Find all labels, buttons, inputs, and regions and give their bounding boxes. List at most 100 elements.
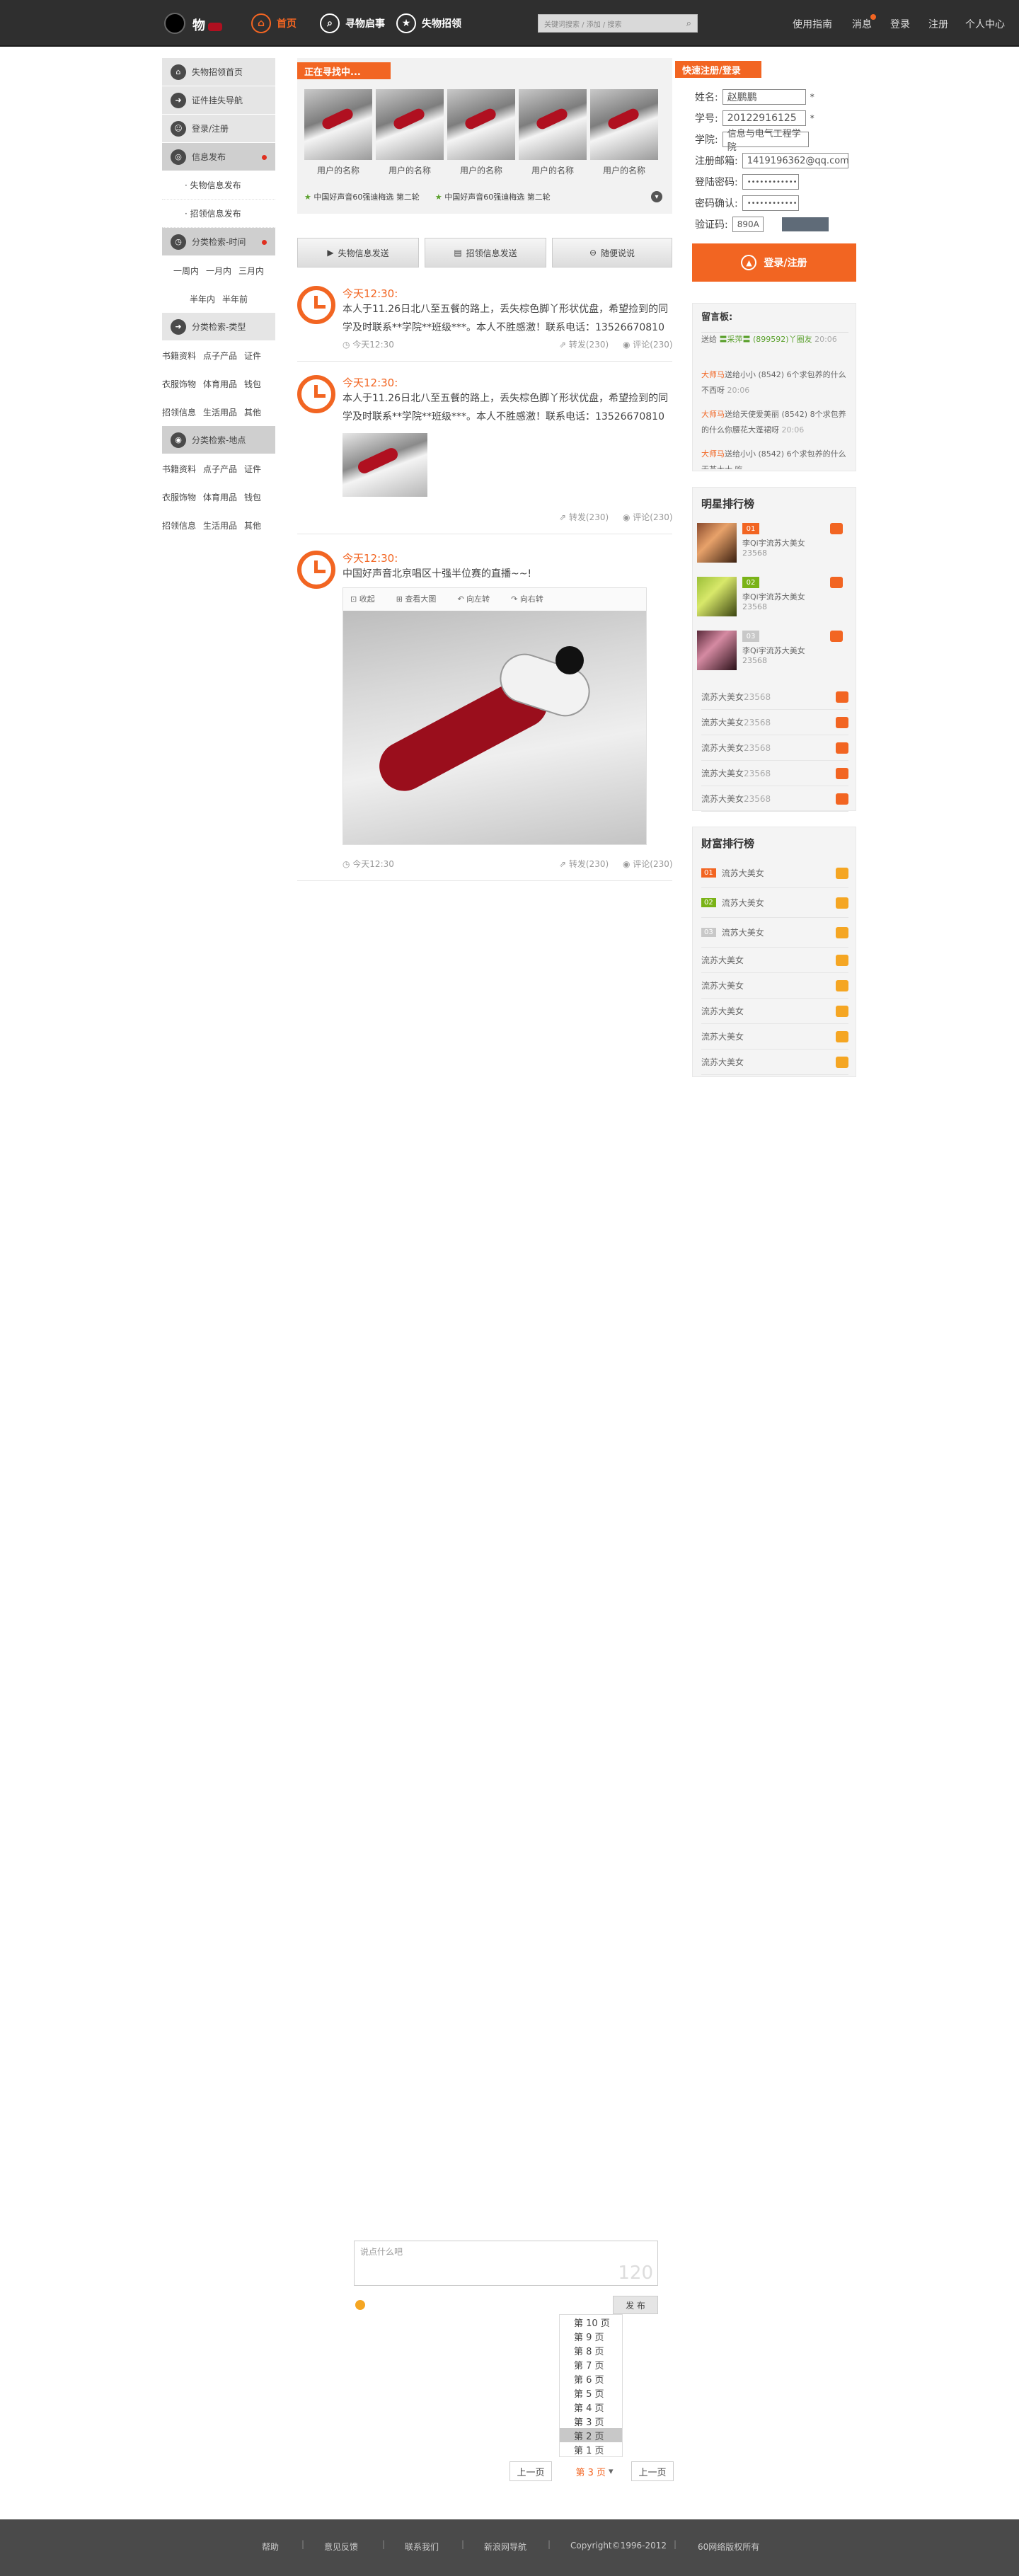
filter-tag[interactable]: 其他: [244, 406, 261, 418]
thumb-caption[interactable]: 用户的名称: [376, 164, 444, 176]
thumb-image[interactable]: [590, 89, 658, 160]
star-rank-row[interactable]: 02 李Qi宇流苏大美女 23568: [697, 577, 853, 628]
filter-tag[interactable]: 证件: [244, 463, 261, 475]
emoji-icon[interactable]: [355, 2300, 365, 2310]
link-login[interactable]: 登录: [890, 17, 910, 31]
rank-row[interactable]: 流苏大美女: [701, 1024, 848, 1050]
page-option[interactable]: 第 8 页: [560, 2343, 622, 2357]
link-register[interactable]: 注册: [928, 17, 948, 31]
sidebar-item-login[interactable]: ☺ 登录/注册: [162, 115, 275, 143]
forward-link[interactable]: ⇗ 转发(230): [559, 511, 609, 523]
filter-older[interactable]: 半年前: [222, 293, 248, 305]
page-option[interactable]: 第 5 页: [560, 2386, 622, 2400]
rank-row[interactable]: 流苏大美女: [701, 973, 848, 999]
nav-home[interactable]: ⌂ 首页: [251, 13, 297, 34]
page-option[interactable]: 第 10 页: [560, 2315, 622, 2329]
thumb-caption[interactable]: 用户的名称: [304, 164, 372, 176]
footer-help[interactable]: 帮助: [262, 2541, 279, 2553]
sidebar-sub-found[interactable]: · 招领信息发布: [162, 200, 275, 228]
rank-row[interactable]: 流苏大美女 23568: [701, 761, 848, 786]
filter-3month[interactable]: 三月内: [238, 265, 264, 277]
password-field[interactable]: ••••••••••••: [742, 174, 799, 190]
page-select[interactable]: 第 3 页 ▾: [566, 2461, 623, 2481]
send-button[interactable]: 发 布: [613, 2296, 658, 2314]
news-item[interactable]: ★ 中国好声音60强迪梅选 第二轮: [435, 191, 551, 202]
site-logo[interactable]: 物: [164, 8, 229, 40]
college-select[interactable]: 信息与电气工程学院: [722, 129, 809, 153]
page-option[interactable]: 第 4 页: [560, 2400, 622, 2414]
thumb-caption[interactable]: 用户的名称: [447, 164, 515, 176]
filter-tag[interactable]: 招领信息: [162, 519, 196, 531]
search-icon[interactable]: ⌕: [686, 18, 691, 29]
say-something-button[interactable]: ⊖ 随便说说: [552, 238, 672, 268]
thumb-image[interactable]: [447, 89, 515, 160]
page-option[interactable]: 第 9 页: [560, 2329, 622, 2343]
filter-tag[interactable]: 证件: [244, 350, 261, 362]
login-register-button[interactable]: ▲ 登录/注册: [692, 243, 856, 282]
filter-tag[interactable]: 书籍资料: [162, 463, 196, 475]
forward-link[interactable]: ⇗ 转发(230): [559, 858, 609, 870]
filter-week[interactable]: 一周内: [173, 265, 199, 277]
rank-row[interactable]: 流苏大美女 23568: [701, 710, 848, 735]
rank-row[interactable]: 流苏大美女: [701, 999, 848, 1024]
sidebar-sub-lost[interactable]: · 失物信息发布: [162, 171, 275, 200]
page-option[interactable]: 第 1 页: [560, 2442, 622, 2456]
email-field[interactable]: 1419196362@qq.com: [742, 153, 849, 168]
sidebar-item-type[interactable]: ➜ 分类检索-类型: [162, 313, 275, 341]
board-line[interactable]: 大师马送给小小 (8542) 6个求包养的什么无茶大士 吃...: [701, 447, 848, 469]
rotate-left-button[interactable]: ↶ 向左转: [457, 593, 490, 604]
sidebar-item-publish[interactable]: ◎ 信息发布: [162, 143, 275, 171]
sidebar-item-time[interactable]: ◷ 分类检索-时间: [162, 228, 275, 256]
filter-tag[interactable]: 其他: [244, 519, 261, 531]
prev-page-button[interactable]: 上一页: [510, 2461, 552, 2481]
thumb-image[interactable]: [304, 89, 372, 160]
link-guide[interactable]: 使用指南: [793, 17, 832, 31]
filter-tag[interactable]: 招领信息: [162, 406, 196, 418]
chevron-down-icon[interactable]: ▾: [651, 191, 662, 202]
sidebar-item-id-nav[interactable]: ➜ 证件挂失导航: [162, 86, 275, 115]
rank-row[interactable]: 01 流苏大美女: [701, 858, 848, 888]
board-line[interactable]: 大师马送给天使爱美丽 (8542) 8个求包养的什么你腰花大蓬裙呀 20:06: [701, 407, 848, 438]
filter-tag[interactable]: 衣服饰物: [162, 491, 196, 503]
sidebar-item-place[interactable]: ◉ 分类检索-地点: [162, 426, 275, 454]
filter-tag[interactable]: 书籍资料: [162, 350, 196, 362]
rank-row[interactable]: 流苏大美女: [701, 1050, 848, 1075]
footer-feedback[interactable]: 意见反馈: [324, 2541, 358, 2553]
board-line[interactable]: 大师马送给小小 (8542) 6个求包养的什么不西呀 20:06: [701, 367, 848, 398]
comment-link[interactable]: ◉ 评论(230): [623, 511, 673, 523]
comment-input[interactable]: 说点什么吧 120: [354, 2241, 658, 2286]
captcha-image[interactable]: [781, 217, 829, 231]
student-id-field[interactable]: 20122916125: [722, 110, 806, 126]
filter-tag[interactable]: 点子产品: [203, 350, 237, 362]
footer-contact[interactable]: 联系我们: [405, 2541, 439, 2553]
rank-row[interactable]: 流苏大美女: [701, 948, 848, 973]
link-messages[interactable]: 消息: [852, 17, 872, 31]
comment-link[interactable]: ◉ 评论(230): [623, 858, 673, 870]
rank-row[interactable]: 流苏大美女 23568: [701, 735, 848, 761]
link-profile[interactable]: 个人中心: [965, 17, 1005, 31]
name-field[interactable]: 赵鹏鹏: [722, 89, 806, 105]
star-rank-row[interactable]: 03 李Qi宇流苏大美女 23568: [697, 631, 853, 682]
rank-row[interactable]: 流苏大美女 23568: [701, 684, 848, 710]
page-option[interactable]: 第 6 页: [560, 2371, 622, 2386]
filter-tag[interactable]: 体育用品: [203, 378, 237, 390]
page-option[interactable]: 第 3 页: [560, 2414, 622, 2428]
thumb-caption[interactable]: 用户的名称: [519, 164, 587, 176]
filter-tag[interactable]: 生活用品: [203, 519, 237, 531]
view-large-button[interactable]: ⊞ 查看大图: [396, 593, 437, 604]
found-post-button[interactable]: ▤ 招领信息发送: [425, 238, 546, 268]
rotate-right-button[interactable]: ↷ 向右转: [511, 593, 543, 604]
comment-link[interactable]: ◉ 评论(230): [623, 338, 673, 350]
filter-tag[interactable]: 钱包: [244, 491, 261, 503]
star-rank-row[interactable]: 01 李Qi宇流苏大美女 23568: [697, 523, 853, 574]
next-page-button[interactable]: 上一页: [631, 2461, 674, 2481]
filter-tag[interactable]: 体育用品: [203, 491, 237, 503]
thumb-caption[interactable]: 用户的名称: [590, 164, 658, 176]
thumb-image[interactable]: [519, 89, 587, 160]
filter-tag[interactable]: 点子产品: [203, 463, 237, 475]
filter-tag[interactable]: 衣服饰物: [162, 378, 196, 390]
rank-row[interactable]: 03 流苏大美女: [701, 918, 848, 948]
sidebar-item-home[interactable]: ⌂ 失物招领首页: [162, 58, 275, 86]
collapse-button[interactable]: ⊡ 收起: [350, 593, 375, 604]
rank-row[interactable]: 02 流苏大美女: [701, 888, 848, 918]
